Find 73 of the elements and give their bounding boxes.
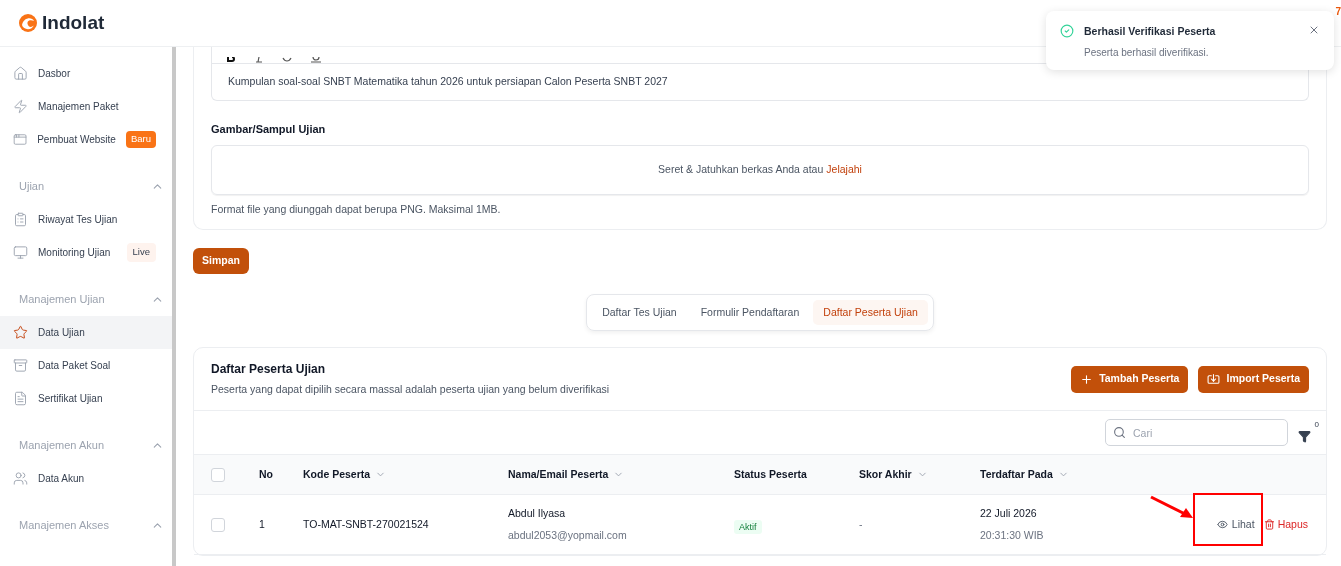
- sidebar-item[interactable]: Data Ujian: [0, 316, 172, 349]
- monitor-icon: [13, 245, 28, 260]
- table-cell-text: -: [859, 516, 864, 532]
- action-button[interactable]: Import Peserta: [1198, 365, 1309, 393]
- filter-count: 0: [1314, 418, 1319, 431]
- save-button[interactable]: Simpan: [193, 248, 249, 275]
- sidebar-item[interactable]: Manajemen Paket: [0, 90, 172, 123]
- home-icon: [13, 66, 28, 81]
- sidebar-item[interactable]: Dasbor: [0, 57, 172, 90]
- tab[interactable]: Formulir Pendaftaran: [690, 300, 810, 326]
- table-cell-text: TO-MAT-SNBT-270021524: [303, 516, 430, 532]
- sidebar-item[interactable]: Data Paket Soal: [0, 349, 172, 382]
- registered-date: 22 Juli 2026: [980, 505, 1037, 521]
- brand-name: Indolat: [42, 10, 105, 35]
- pointer-arrow: [1148, 494, 1195, 520]
- success-icon: [1060, 24, 1074, 38]
- select-all-checkbox[interactable]: [211, 467, 225, 482]
- browse-link[interactable]: Jelajahi: [826, 161, 862, 178]
- section-heading: Ujian: [19, 179, 45, 195]
- table-cell-text: 1: [259, 516, 266, 532]
- dropzone-text: Seret & Jatuhkan berkas Anda atau: [658, 161, 824, 177]
- section-heading: Manajemen Akses: [19, 518, 109, 534]
- logo-icon: [18, 13, 38, 33]
- close-icon[interactable]: [1308, 24, 1320, 36]
- users-icon: [13, 471, 28, 486]
- column-header[interactable]: Terdaftar Pada: [980, 466, 1053, 483]
- column-header: No: [259, 466, 273, 482]
- sidebar-item[interactable]: Data Akun: [0, 462, 172, 495]
- lightning-icon: [13, 99, 28, 114]
- description-text[interactable]: Kumpulan soal-soal SNBT Matematika tahun 2026 untuk persiapan Calon Peserta SNBT 2027: [212, 64, 1308, 100]
- participant-email: abdul2053@yopmail.com: [508, 527, 628, 543]
- file-dropzone[interactable]: Seret & Jatuhkan berkas Anda atau Jelajahi: [211, 144, 1309, 195]
- browser-window-icon: [13, 132, 28, 147]
- tab[interactable]: Daftar Tes Ujian: [592, 300, 687, 326]
- new-badge: Baru: [125, 131, 156, 148]
- toast-title: Berhasil Verifikasi Peserta: [1084, 24, 1217, 39]
- card-subtitle: Peserta yang dapat dipilih secara massal adalah peserta ujian yang belum diverifikasi: [211, 382, 610, 398]
- eye-icon: [1216, 519, 1228, 530]
- toast-message: Peserta berhasil diverifikasi.: [1084, 45, 1210, 60]
- row-checkbox[interactable]: [211, 517, 225, 532]
- file-hint: Format file yang diunggah dapat berupa PNG. Maksimal 1MB.: [211, 201, 502, 217]
- action-button[interactable]: Tambah Peserta: [1071, 365, 1189, 393]
- column-header[interactable]: Kode Peserta: [303, 466, 371, 483]
- column-header: Status Peserta: [734, 466, 807, 482]
- participant-name: Abdul Ilyasa: [508, 505, 567, 521]
- tab[interactable]: Daftar Peserta Ujian: [813, 300, 928, 326]
- import-icon: [1207, 372, 1221, 386]
- search-field[interactable]: Cari: [1105, 419, 1288, 446]
- sidebar-item[interactable]: Riwayat Tes Ujian: [0, 203, 172, 236]
- sidebar-item[interactable]: Pembuat Website Baru: [0, 123, 172, 156]
- live-badge: Live: [126, 243, 156, 262]
- document-icon: [13, 391, 28, 406]
- column-header[interactable]: Skor Akhir: [859, 466, 912, 483]
- star-icon: [13, 325, 28, 340]
- section-heading: Manajemen Akun: [19, 438, 104, 454]
- plus-icon: [1080, 372, 1094, 386]
- filter-icon[interactable]: [1298, 429, 1311, 443]
- sidebar-item[interactable]: Monitoring Ujian Live: [0, 236, 172, 269]
- field-label: Gambar/Sampul Ujian: [211, 122, 327, 137]
- view-link[interactable]: Lihat: [1216, 516, 1255, 533]
- delete-link[interactable]: Hapus: [1263, 516, 1308, 533]
- status-tag: Aktif: [734, 519, 762, 534]
- registered-time: 20:31:30 WIB: [980, 527, 1044, 543]
- search-icon: [1113, 426, 1126, 439]
- card-title: Daftar Peserta Ujian: [211, 361, 327, 379]
- archive-box-icon: [13, 358, 28, 373]
- notification-count: 7: [1335, 5, 1341, 19]
- sidebar-item[interactable]: Sertifikat Ujian: [0, 382, 172, 415]
- bold-icon[interactable]: [226, 57, 236, 63]
- column-header[interactable]: Nama/Email Peserta: [508, 466, 609, 483]
- trash-icon: [1263, 519, 1275, 530]
- section-heading: Manajemen Ujian: [19, 292, 105, 308]
- clipboard-icon: [13, 212, 28, 227]
